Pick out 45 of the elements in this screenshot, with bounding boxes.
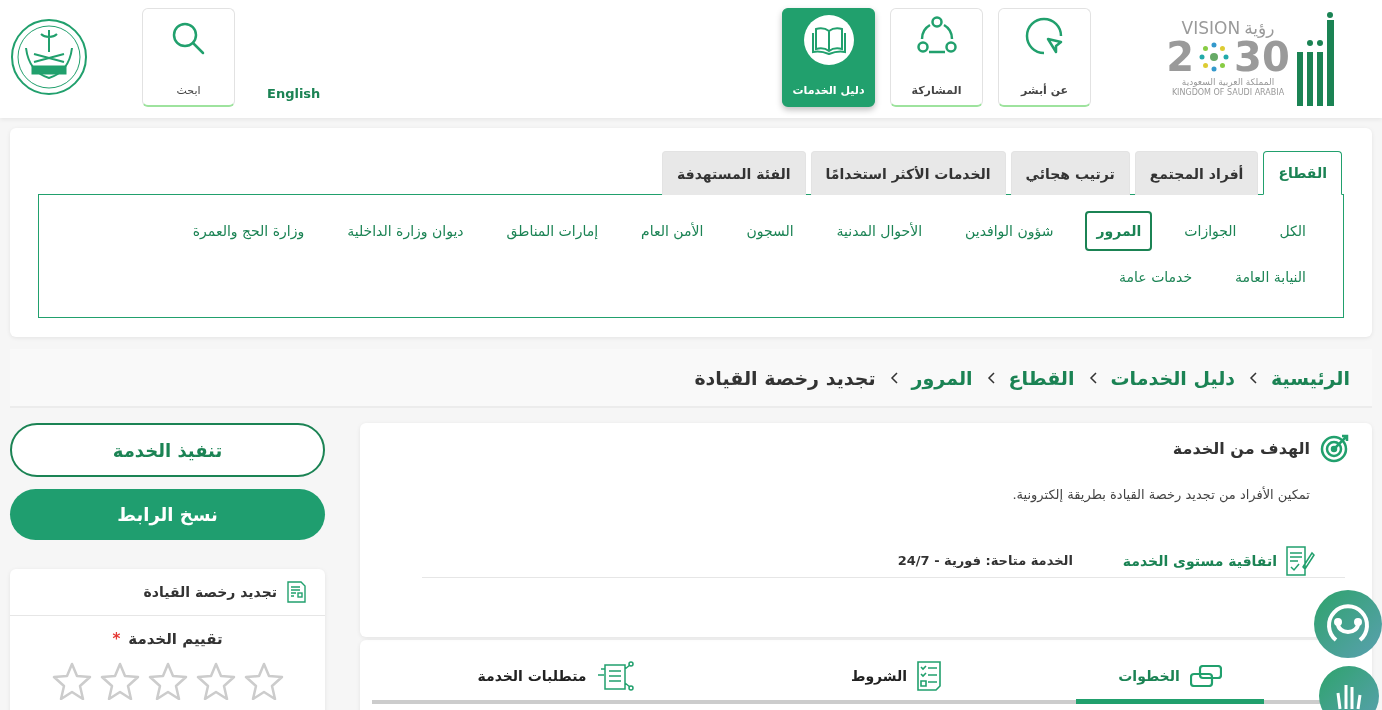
category-tab[interactable]: أفراد المجتمع <box>1134 151 1259 195</box>
category-tab[interactable]: الخدمات الأكثر استخدامًا <box>810 151 1006 195</box>
language-link[interactable]: English <box>267 86 321 101</box>
document-icon <box>285 581 307 603</box>
goal-title: الهدف من الخدمة <box>1172 438 1310 458</box>
category-tab[interactable]: القطاع <box>1263 151 1342 195</box>
nav-tile[interactable]: المشاركة <box>890 8 983 107</box>
sla-label: اتفاقية مستوى الخدمة <box>1122 552 1277 569</box>
nav-tile[interactable]: عن أبشر <box>998 8 1091 107</box>
target-icon <box>1320 433 1350 463</box>
search-tile[interactable]: ابحث <box>142 8 235 107</box>
required-mark: * <box>112 630 121 648</box>
details-tab[interactable]: الشروط <box>716 652 1076 704</box>
rating-label: تقييم الخدمة <box>128 630 223 648</box>
rating-star-icon[interactable] <box>243 662 284 700</box>
chevron-icon <box>1249 371 1258 384</box>
nav-tile[interactable]: دليل الخدمات <box>782 8 875 107</box>
breadcrumb-link[interactable]: القطاع <box>1008 366 1075 389</box>
sector-filter[interactable]: المرور <box>1085 211 1153 251</box>
execute-service-button[interactable]: تنفيذ الخدمة <box>10 423 325 477</box>
rating-star-icon[interactable] <box>147 662 188 700</box>
chevron-icon <box>889 371 898 384</box>
signed-document-icon <box>1285 544 1315 577</box>
checklist-icon <box>917 660 942 691</box>
linked-squares-icon <box>1189 664 1222 687</box>
details-tab[interactable]: الخطوات <box>1076 652 1264 704</box>
goal-text: تمكين الأفراد من تجديد رخصة القيادة بطريقة إلكترونية. <box>1011 487 1310 502</box>
search-icon <box>170 21 207 57</box>
service-title: تجديد رخصة القيادة <box>143 584 277 600</box>
chevron-icon <box>986 371 995 384</box>
category-tab[interactable]: الفئة المستهدفة <box>662 151 806 195</box>
breadcrumb-link[interactable]: المرور <box>911 366 973 389</box>
category-tab[interactable]: ترتيب هجائي <box>1010 151 1130 195</box>
rating-star-icon[interactable] <box>51 662 92 700</box>
document-flow-icon <box>596 660 635 691</box>
sla-value: الخدمة متاحة: فورية - 24/7 <box>897 553 1073 568</box>
details-tab[interactable]: متطلبات الخدمة <box>396 652 716 704</box>
rating-star-icon[interactable] <box>99 662 140 700</box>
book-icon <box>803 15 854 65</box>
copy-link-button[interactable]: نسخ الرابط <box>10 489 325 540</box>
rating-star-icon[interactable] <box>195 662 236 700</box>
breadcrumb-link[interactable]: الرئيسية <box>1271 366 1350 389</box>
service-page-heading: تجديد رخصة القيادة <box>694 366 876 389</box>
chevron-icon <box>1088 371 1097 384</box>
breadcrumb-link[interactable]: دليل الخدمات <box>1110 366 1236 389</box>
